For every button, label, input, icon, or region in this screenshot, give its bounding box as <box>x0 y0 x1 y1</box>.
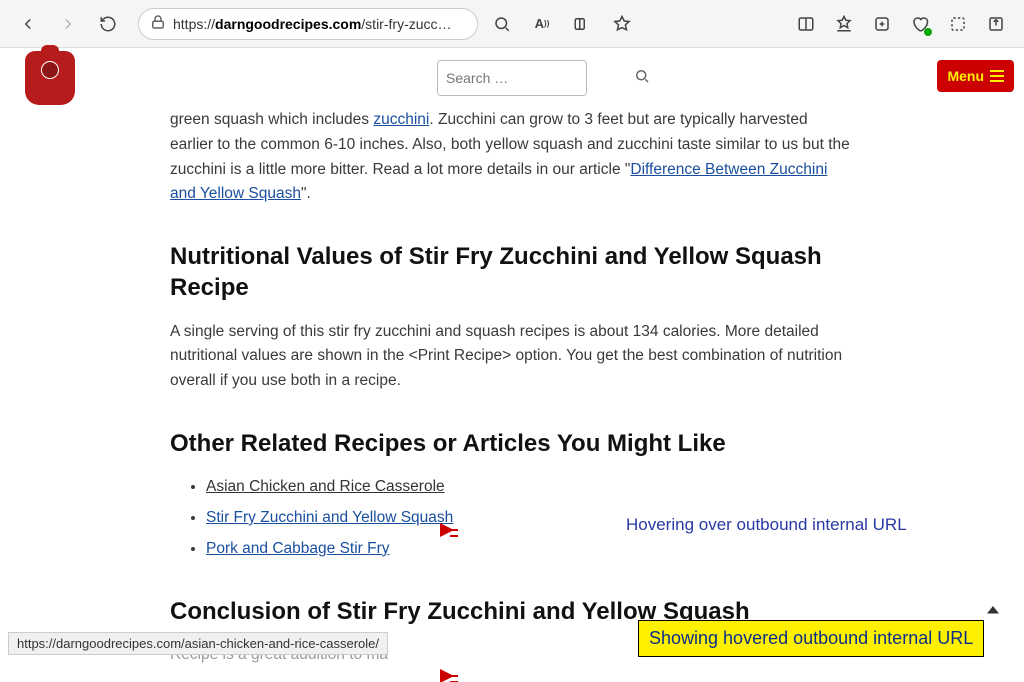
collections-icon[interactable] <box>866 8 898 40</box>
favorites-bar-icon[interactable] <box>828 8 860 40</box>
translate-icon[interactable] <box>566 8 598 40</box>
nutrition-paragraph: A single serving of this stir fry zucchi… <box>170 320 854 394</box>
site-search[interactable] <box>437 60 587 96</box>
apron-icon <box>25 51 75 105</box>
intro-paragraph: green squash which includes zucchini. Zu… <box>170 108 854 207</box>
page-body: Menu green squash which includes zucchin… <box>0 48 1024 661</box>
browser-status-bar: https://darngoodrecipes.com/asian-chicke… <box>8 632 388 655</box>
zoom-icon[interactable] <box>486 8 518 40</box>
heading-nutrition: Nutritional Values of Stir Fry Zucchini … <box>170 241 854 303</box>
site-header: Menu <box>0 48 1024 108</box>
refresh-button[interactable] <box>92 8 124 40</box>
annotation-status-label: Showing hovered outbound internal URL <box>638 620 984 657</box>
url-text: https://darngoodrecipes.com/stir-fry-zuc… <box>173 16 467 32</box>
list-item: Pork and Cabbage Stir Fry <box>206 537 854 562</box>
split-screen-icon[interactable] <box>790 8 822 40</box>
menu-label: Menu <box>947 68 984 84</box>
favorite-icon[interactable] <box>606 8 638 40</box>
search-icon[interactable] <box>633 67 651 90</box>
related-link-asian-chicken[interactable]: Asian Chicken and Rice Casserole <box>206 478 445 495</box>
lock-icon <box>149 13 167 34</box>
hamburger-icon <box>990 70 1004 82</box>
forward-button[interactable] <box>52 8 84 40</box>
related-link-pork-cabbage[interactable]: Pork and Cabbage Stir Fry <box>206 540 390 557</box>
browser-toolbar: https://darngoodrecipes.com/stir-fry-zuc… <box>0 0 1024 48</box>
scroll-to-top-button[interactable] <box>984 601 1002 627</box>
site-logo[interactable] <box>20 48 80 108</box>
list-item: Asian Chicken and Rice Casserole <box>206 475 854 500</box>
zucchini-link[interactable]: zucchini <box>373 111 429 128</box>
article-content: green squash which includes zucchini. Zu… <box>0 108 1024 668</box>
search-input[interactable] <box>446 70 627 86</box>
share-icon[interactable] <box>980 8 1012 40</box>
annotation-arrow-1 <box>440 520 458 538</box>
screenshot-icon[interactable] <box>942 8 974 40</box>
health-icon[interactable] <box>904 8 936 40</box>
heading-related: Other Related Recipes or Articles You Mi… <box>170 428 854 459</box>
annotation-arrow-2 <box>440 664 458 682</box>
back-button[interactable] <box>12 8 44 40</box>
annotation-hover-label: Hovering over outbound internal URL <box>626 514 907 535</box>
related-link-stir-fry-zucchini[interactable]: Stir Fry Zucchini and Yellow Squash <box>206 509 453 526</box>
url-bar[interactable]: https://darngoodrecipes.com/stir-fry-zuc… <box>138 8 478 40</box>
read-aloud-icon[interactable]: A)) <box>526 8 558 40</box>
menu-button[interactable]: Menu <box>937 60 1014 92</box>
